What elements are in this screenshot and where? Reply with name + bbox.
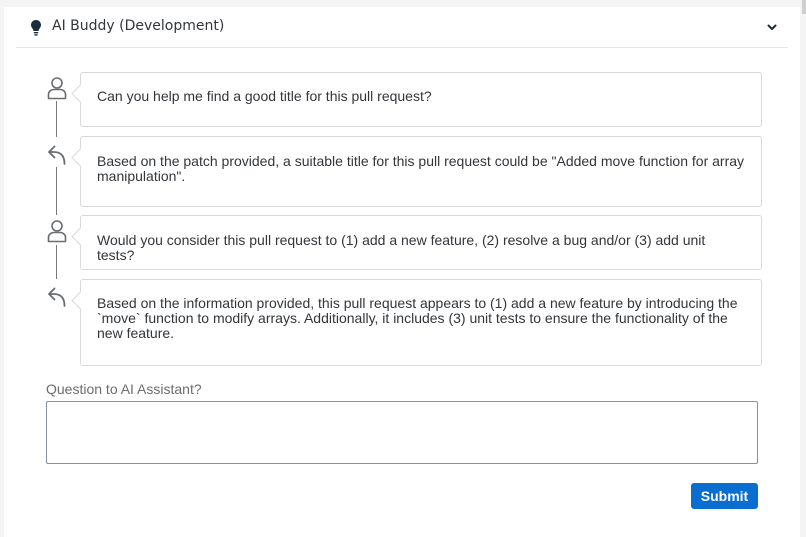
chevron-down-icon[interactable] bbox=[766, 21, 778, 33]
message-text: Based on the information provided, this … bbox=[97, 295, 738, 341]
question-input[interactable] bbox=[46, 401, 758, 464]
timeline-connector bbox=[56, 101, 57, 137]
user-icon bbox=[46, 76, 68, 100]
submit-button[interactable]: Submit bbox=[691, 483, 758, 509]
timeline-connector bbox=[56, 167, 57, 215]
ai-buddy-panel: AI Buddy (Development) Can you help me f… bbox=[4, 7, 800, 537]
reply-icon bbox=[46, 284, 68, 308]
message-text: Can you help me find a good title for th… bbox=[97, 88, 432, 104]
window-edge bbox=[802, 0, 806, 14]
panel-title: AI Buddy (Development) bbox=[52, 18, 225, 34]
message-bubble-user: Would you consider this pull request to … bbox=[80, 215, 762, 270]
panel-header[interactable]: AI Buddy (Development) bbox=[16, 7, 788, 48]
question-label: Question to AI Assistant? bbox=[46, 381, 202, 397]
user-icon bbox=[46, 219, 68, 243]
lightbulb-icon bbox=[31, 20, 41, 36]
timeline-connector bbox=[56, 245, 57, 279]
reply-icon bbox=[46, 142, 68, 166]
message-text: Based on the patch provided, a suitable … bbox=[97, 153, 745, 184]
message-text: Would you consider this pull request to … bbox=[97, 232, 710, 263]
message-bubble-user: Can you help me find a good title for th… bbox=[80, 72, 762, 127]
message-bubble-assistant: Based on the patch provided, a suitable … bbox=[80, 136, 762, 207]
message-bubble-assistant: Based on the information provided, this … bbox=[80, 279, 762, 366]
